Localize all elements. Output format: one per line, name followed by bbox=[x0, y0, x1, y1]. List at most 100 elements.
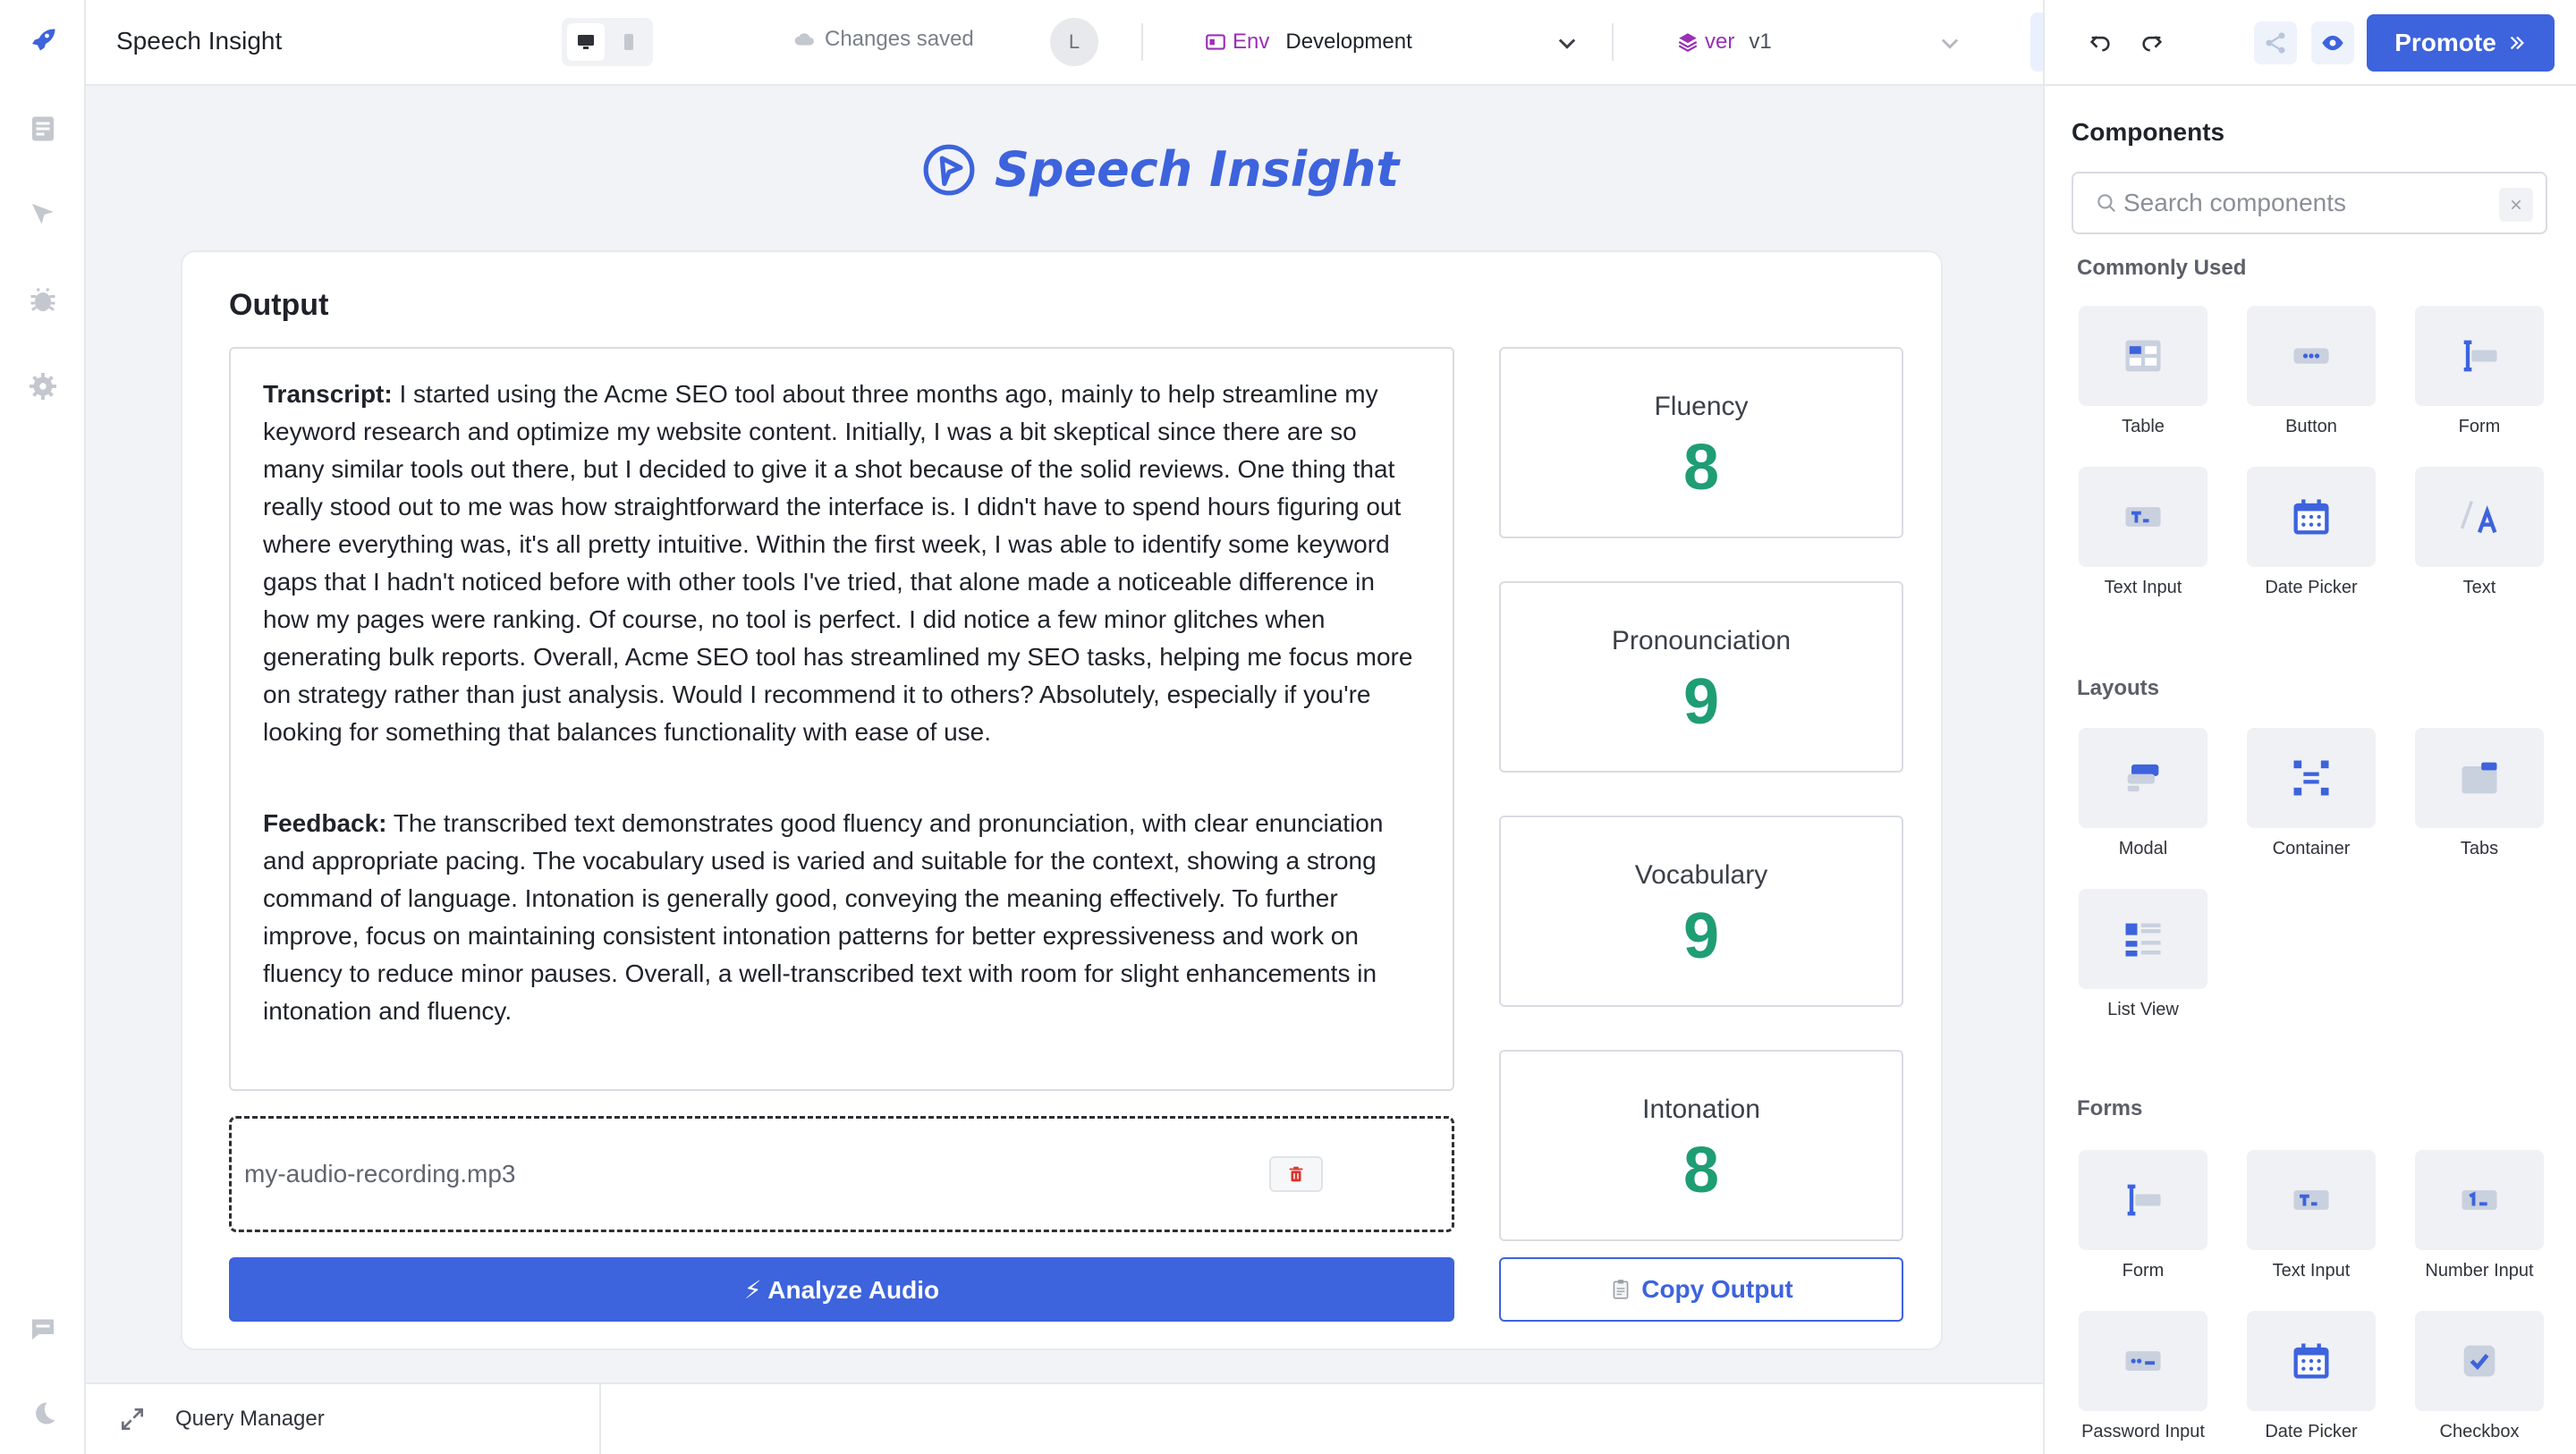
tabs-icon bbox=[2462, 762, 2497, 794]
text-icon bbox=[2460, 501, 2497, 534]
chevron-down-icon bbox=[1558, 38, 1576, 49]
close-icon bbox=[2511, 199, 2521, 210]
version-selector[interactable]: ver v1 bbox=[1676, 20, 1962, 64]
component-modal[interactable]: Modal bbox=[2072, 728, 2215, 859]
component-date-picker[interactable]: Date Picker bbox=[2240, 1311, 2383, 1442]
transcript-text: I started using the Acme SEO tool about … bbox=[263, 380, 1413, 746]
component-label: Table bbox=[2122, 417, 2165, 436]
brand-header: Speech Insight bbox=[921, 141, 1399, 198]
clear-search-button[interactable] bbox=[2499, 188, 2533, 222]
brand-title: Speech Insight bbox=[995, 141, 1400, 198]
component-tile bbox=[2079, 728, 2207, 828]
component-tile bbox=[2079, 1150, 2207, 1250]
section-forms: Forms bbox=[2077, 1096, 2143, 1120]
checkbox-icon bbox=[2463, 1345, 2496, 1377]
undo-button[interactable] bbox=[2079, 21, 2122, 64]
promote-label: Promote bbox=[2394, 29, 2496, 56]
feedback-text: The transcribed text demonstrates good f… bbox=[263, 809, 1384, 1025]
undo-icon bbox=[2089, 36, 2110, 52]
cloud-icon bbox=[794, 33, 814, 46]
component-label: Date Picker bbox=[2265, 1422, 2358, 1441]
debugger-bug-icon[interactable] bbox=[21, 279, 64, 322]
query-manager-toggle[interactable]: Query Manager bbox=[86, 1384, 601, 1454]
component-tile bbox=[2415, 1150, 2544, 1250]
component-tile bbox=[2415, 1311, 2544, 1411]
component-container[interactable]: Container bbox=[2240, 728, 2383, 859]
comments-icon[interactable] bbox=[21, 1307, 64, 1350]
component-checkbox[interactable]: Checkbox bbox=[2408, 1311, 2551, 1442]
component-label: Checkbox bbox=[2439, 1422, 2520, 1441]
component-tile bbox=[2079, 889, 2207, 989]
environment-selector[interactable]: Env Development bbox=[1204, 20, 1580, 64]
score-value: 9 bbox=[1682, 666, 1720, 738]
share-icon bbox=[2266, 32, 2285, 54]
promote-button[interactable]: Promote bbox=[2367, 14, 2555, 72]
password-input-icon bbox=[2125, 1351, 2161, 1371]
calendar-icon bbox=[2293, 499, 2329, 535]
component-label: Button bbox=[2285, 417, 2337, 436]
device-toggle bbox=[562, 18, 653, 66]
desktop-icon bbox=[578, 35, 594, 49]
score-label: Fluency bbox=[1654, 392, 1749, 421]
output-title: Output bbox=[229, 288, 329, 322]
rocket-logo-icon[interactable] bbox=[21, 20, 64, 63]
component-tile bbox=[2415, 467, 2544, 567]
component-label: List View bbox=[2107, 1000, 2179, 1019]
component-text-input[interactable]: Text Input bbox=[2072, 467, 2215, 598]
dark-mode-moon-icon[interactable] bbox=[21, 1393, 64, 1436]
component-text[interactable]: Text bbox=[2408, 467, 2551, 598]
copy-output-button[interactable]: Copy Output bbox=[1499, 1257, 1903, 1322]
component-text-input[interactable]: Text Input bbox=[2240, 1150, 2383, 1281]
app-title[interactable]: Speech Insight bbox=[116, 27, 282, 55]
file-dropzone[interactable]: my-audio-recording.mp3 bbox=[229, 1116, 1454, 1232]
output-card: Output Transcript: I started using the A… bbox=[181, 250, 1943, 1350]
component-tabs[interactable]: Tabs bbox=[2408, 728, 2551, 859]
divider bbox=[1612, 23, 1614, 61]
component-password-input[interactable]: Password Input bbox=[2072, 1311, 2215, 1442]
component-tile bbox=[2247, 467, 2376, 567]
text-input-icon bbox=[2125, 507, 2161, 527]
score-value: 9 bbox=[1682, 900, 1720, 972]
table-icon bbox=[2125, 340, 2161, 372]
form-icon bbox=[2463, 340, 2497, 372]
left-rail bbox=[0, 0, 86, 1454]
components-title: Components bbox=[2072, 118, 2225, 146]
component-number-input[interactable]: Number Input bbox=[2408, 1150, 2551, 1281]
container-icon bbox=[2293, 760, 2329, 796]
redo-button[interactable] bbox=[2131, 21, 2174, 64]
component-label: Tabs bbox=[2460, 839, 2499, 858]
layers-icon bbox=[1678, 33, 1698, 52]
divider bbox=[1141, 23, 1143, 61]
trash-icon bbox=[1289, 1166, 1303, 1182]
eye-icon bbox=[2322, 35, 2343, 51]
component-label: Text Input bbox=[2272, 1261, 2351, 1281]
component-label: Form bbox=[2458, 417, 2501, 436]
analyze-audio-button[interactable]: ⚡ Analyze Audio bbox=[229, 1257, 1454, 1322]
component-label: Number Input bbox=[2425, 1261, 2534, 1281]
component-date-picker[interactable]: Date Picker bbox=[2240, 467, 2383, 598]
output-textbox[interactable]: Transcript: I started using the Acme SEO… bbox=[229, 347, 1454, 1091]
preview-button[interactable] bbox=[2311, 21, 2354, 64]
mobile-view-button[interactable] bbox=[610, 23, 648, 61]
delete-file-button[interactable] bbox=[1269, 1156, 1323, 1192]
component-form[interactable]: Form bbox=[2072, 1150, 2215, 1281]
component-tile bbox=[2247, 1150, 2376, 1250]
component-table[interactable]: Table bbox=[2072, 306, 2215, 437]
component-tile bbox=[2415, 728, 2544, 828]
env-label: Env bbox=[1233, 30, 1270, 54]
share-button[interactable] bbox=[2254, 21, 2297, 64]
component-form[interactable]: Form bbox=[2408, 306, 2551, 437]
pages-icon[interactable] bbox=[21, 107, 64, 150]
component-button[interactable]: Button bbox=[2240, 306, 2383, 437]
component-list-view[interactable]: List View bbox=[2072, 889, 2215, 1020]
avatar[interactable]: L bbox=[1050, 18, 1098, 66]
score-card-vocabulary: Vocabulary 9 bbox=[1499, 816, 1903, 1007]
search-input[interactable] bbox=[2123, 189, 2481, 217]
settings-gear-icon[interactable] bbox=[21, 365, 64, 408]
text-input-icon bbox=[2293, 1190, 2329, 1210]
button-icon bbox=[2293, 348, 2329, 364]
environment-icon bbox=[1206, 34, 1225, 50]
mobile-icon bbox=[624, 34, 633, 50]
desktop-view-button[interactable] bbox=[567, 23, 605, 61]
inspector-icon[interactable] bbox=[21, 193, 64, 236]
